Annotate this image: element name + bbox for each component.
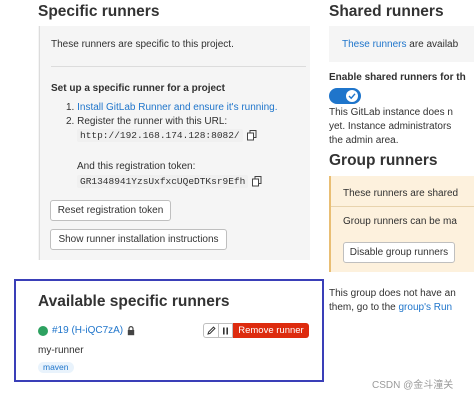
disable-group-runners-button[interactable]: Disable group runners <box>343 242 455 263</box>
reset-token-button[interactable]: Reset registration token <box>50 200 171 221</box>
shared-note-line-1: This GitLab instance does n <box>329 107 453 118</box>
group-runners-link[interactable]: group's Run <box>399 302 453 313</box>
token-row: GR1348941YzsUxfxcUQeDTKsr9Efh <box>77 175 262 188</box>
check-icon <box>348 93 356 100</box>
token-label: And this registration token: <box>77 161 196 172</box>
shared-runners-title: Shared runners <box>329 3 444 20</box>
shared-note-line-3: the admin area. <box>329 135 399 146</box>
shared-note-line-2: yet. Instance administrators <box>329 121 452 132</box>
group-footer-prefix: them, go to the <box>329 302 399 313</box>
watermark: CSDN @金斗潼关 <box>372 380 454 391</box>
runner-url: http://192.168.174.128:8082/ <box>77 129 243 142</box>
url-row: http://192.168.174.128:8082/ <box>77 129 257 142</box>
specific-runners-intro: These runners are specific to this proje… <box>51 39 234 50</box>
group-runners-title: Group runners <box>329 152 438 169</box>
divider <box>51 66 306 67</box>
shared-runners-toggle[interactable] <box>329 88 361 104</box>
available-runners-title: Available specific runners <box>38 293 230 310</box>
group-footer-line-2: them, go to the group's Run <box>329 302 474 313</box>
step-1-number: 1. <box>66 102 75 113</box>
panel-divider <box>39 26 40 260</box>
edit-runner-button[interactable] <box>203 323 219 338</box>
pause-icon <box>223 327 228 334</box>
step-2-text: Register the runner with this URL: <box>77 116 228 127</box>
group-runners-warning: These runners are shared Group runners c… <box>329 176 474 272</box>
runner-description: my-runner <box>38 345 84 356</box>
runner-id-link[interactable]: #19 (H-iQC7zA) <box>52 325 123 336</box>
runner-status-icon <box>38 325 48 336</box>
lock-icon <box>127 325 135 335</box>
warning-divider <box>331 206 474 207</box>
copy-url-icon[interactable] <box>246 130 257 141</box>
copy-token-icon[interactable] <box>252 176 262 187</box>
show-instructions-button[interactable]: Show runner installation instructions <box>50 229 227 250</box>
specific-runners-panel: These runners are specific to this proje… <box>38 26 310 260</box>
pause-runner-button[interactable] <box>219 323 233 338</box>
install-runner-link[interactable]: Install GitLab Runner and ensure it's ru… <box>77 102 277 113</box>
runner-row: #19 (H-iQC7zA) <box>38 325 135 336</box>
registration-token: GR1348941YzsUxfxcUQeDTKsr9Efh <box>77 175 249 188</box>
step-1: 1. Install GitLab Runner and ensure it's… <box>66 102 278 113</box>
setup-title: Set up a specific runner for a project <box>51 83 225 94</box>
shared-runners-info-rest: are availab <box>406 39 459 50</box>
step-2-number: 2. <box>66 116 75 127</box>
runner-actions: Remove runner <box>203 323 309 338</box>
shared-runners-link[interactable]: These runners <box>342 39 406 50</box>
pencil-icon <box>206 326 216 335</box>
available-runners-highlight: Available specific runners #19 (H-iQC7zA… <box>14 279 324 382</box>
step-2: 2. Register the runner with this URL: <box>66 116 227 127</box>
remove-runner-button[interactable]: Remove runner <box>233 323 309 338</box>
shared-runners-info: These runners are availab <box>342 39 458 50</box>
runner-tag: maven <box>38 362 74 373</box>
group-footer-line-1: This group does not have an <box>329 288 456 299</box>
group-warning-line-1: These runners are shared <box>343 188 459 199</box>
enable-shared-label: Enable shared runners for th <box>329 72 466 83</box>
group-warning-line-2: Group runners can be ma <box>343 216 457 227</box>
specific-runners-title: Specific runners <box>38 3 160 20</box>
shared-runners-panel: These runners are availab <box>329 26 474 62</box>
